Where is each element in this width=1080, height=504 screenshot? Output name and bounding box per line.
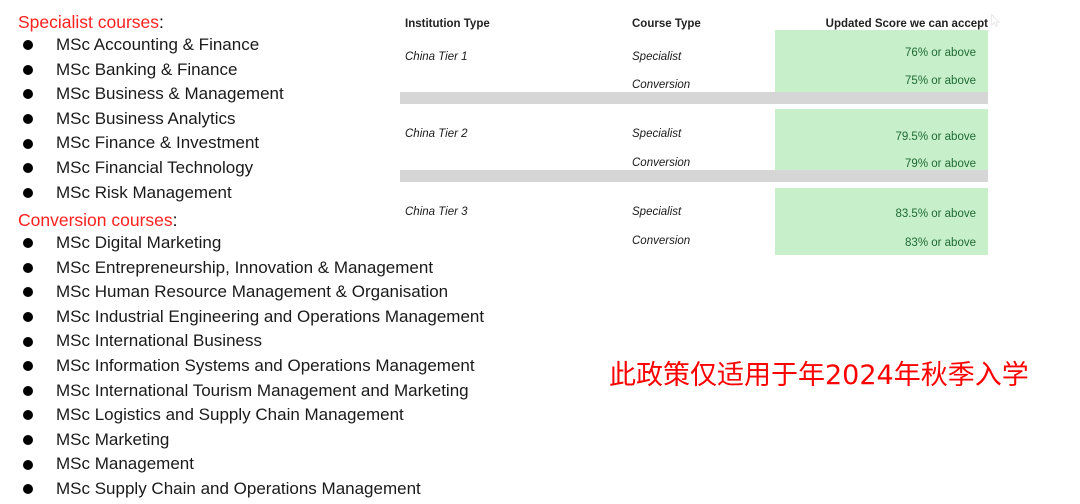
course-label: MSc Information Systems and Operations M…: [56, 355, 475, 375]
specialist-courses-heading-label: Specialist courses: [18, 12, 160, 32]
column-header-course-type: Course Type: [632, 18, 701, 30]
table-cell-institution: China Tier 1: [405, 51, 468, 63]
score-highlight-tier1: [775, 30, 988, 98]
row-separator-1: [400, 92, 988, 104]
bullet-icon: [23, 385, 33, 396]
list-item[interactable]: MSc Human Resource Management & Organisa…: [0, 280, 600, 305]
list-item[interactable]: MSc Industrial Engineering and Operation…: [0, 305, 600, 330]
course-label: MSc Marketing: [56, 429, 170, 449]
bullet-icon: [23, 410, 33, 421]
course-label: MSc Risk Management: [56, 182, 232, 202]
table-cell-institution: China Tier 3: [405, 206, 468, 218]
bullet-icon: [23, 238, 33, 249]
list-item[interactable]: MSc Supply Chain and Operations Manageme…: [0, 477, 600, 502]
table-cell-score: 79.5% or above: [895, 131, 976, 143]
course-label: MSc Financial Technology: [56, 157, 254, 177]
course-label: MSc Digital Marketing: [56, 233, 222, 252]
list-item[interactable]: MSc International Tourism Management and…: [0, 379, 600, 404]
bullet-icon: [23, 435, 33, 446]
bullet-icon: [23, 187, 33, 198]
course-label: MSc Finance & Investment: [56, 133, 260, 153]
bullet-icon: [23, 89, 33, 100]
course-label: MSc Supply Chain and Operations Manageme…: [56, 478, 421, 498]
course-label: MSc Logistics and Supply Chain Managemen…: [56, 405, 404, 425]
bullet-icon: [23, 459, 33, 470]
table-cell-score: 76% or above: [905, 47, 976, 59]
bullet-icon: [23, 262, 33, 273]
conversion-courses-list: MSc Digital Marketing MSc Entrepreneursh…: [0, 231, 600, 502]
bullet-icon: [23, 484, 33, 495]
bullet-icon: [23, 336, 33, 347]
table-cell-course-type: Specialist: [632, 206, 682, 218]
course-label: MSc Accounting & Finance: [56, 35, 260, 54]
list-item[interactable]: MSc Management: [0, 452, 600, 477]
cursor-icon: [991, 13, 1001, 27]
list-item[interactable]: MSc Information Systems and Operations M…: [0, 354, 600, 379]
list-item[interactable]: MSc Logistics and Supply Chain Managemen…: [0, 403, 600, 428]
conversion-courses-heading: Conversion courses:: [18, 210, 178, 230]
course-label: MSc Management: [56, 454, 194, 474]
course-label: MSc International Tourism Management and…: [56, 380, 469, 400]
bullet-icon: [23, 138, 33, 149]
bullet-icon: [23, 361, 33, 372]
course-label: MSc Entrepreneurship, Innovation & Manag…: [56, 257, 434, 277]
table-cell-course-type: Conversion: [632, 235, 691, 247]
specialist-courses-heading: Specialist courses:: [18, 12, 164, 32]
list-item[interactable]: MSc International Business: [0, 329, 600, 354]
bullet-icon: [23, 114, 33, 125]
table-cell-institution: China Tier 2: [405, 128, 468, 140]
bullet-icon: [23, 163, 33, 174]
column-header-institution-type: Institution Type: [405, 18, 490, 30]
column-header-score: Updated Score we can accept: [825, 18, 988, 30]
list-item[interactable]: MSc Entrepreneurship, Innovation & Manag…: [0, 256, 600, 281]
conversion-courses-heading-label: Conversion courses: [18, 210, 173, 230]
table-cell-score: 75% or above: [905, 75, 976, 87]
table-cell-course-type: Specialist: [632, 51, 682, 63]
bullet-icon: [23, 64, 33, 75]
specialist-courses-heading-colon: :: [159, 12, 164, 32]
course-label: MSc Human Resource Management & Organisa…: [56, 282, 449, 302]
course-label: MSc Business & Management: [56, 84, 284, 104]
list-item[interactable]: MSc Marketing: [0, 428, 600, 453]
course-label: MSc Industrial Engineering and Operation…: [56, 306, 485, 326]
table-cell-course-type: Conversion: [632, 157, 691, 169]
bullet-icon: [23, 312, 33, 323]
table-cell-score: 83% or above: [905, 237, 976, 249]
table-cell-course-type: Conversion: [632, 79, 691, 91]
bullet-icon: [23, 287, 33, 298]
policy-note: 此政策仅适用于年2024年秋季入学: [609, 360, 1029, 391]
score-requirements-table: Institution Type Course Type Updated Sco…: [400, 10, 990, 255]
table-cell-score: 83.5% or above: [895, 208, 976, 220]
row-separator-2: [400, 170, 988, 182]
table-cell-score: 79% or above: [905, 158, 976, 170]
course-label: MSc Banking & Finance: [56, 59, 238, 79]
course-label: MSc International Business: [56, 331, 262, 351]
course-label: MSc Business Analytics: [56, 108, 236, 128]
table-cell-course-type: Specialist: [632, 128, 682, 140]
bullet-icon: [23, 40, 33, 51]
conversion-courses-heading-colon: :: [172, 210, 178, 230]
